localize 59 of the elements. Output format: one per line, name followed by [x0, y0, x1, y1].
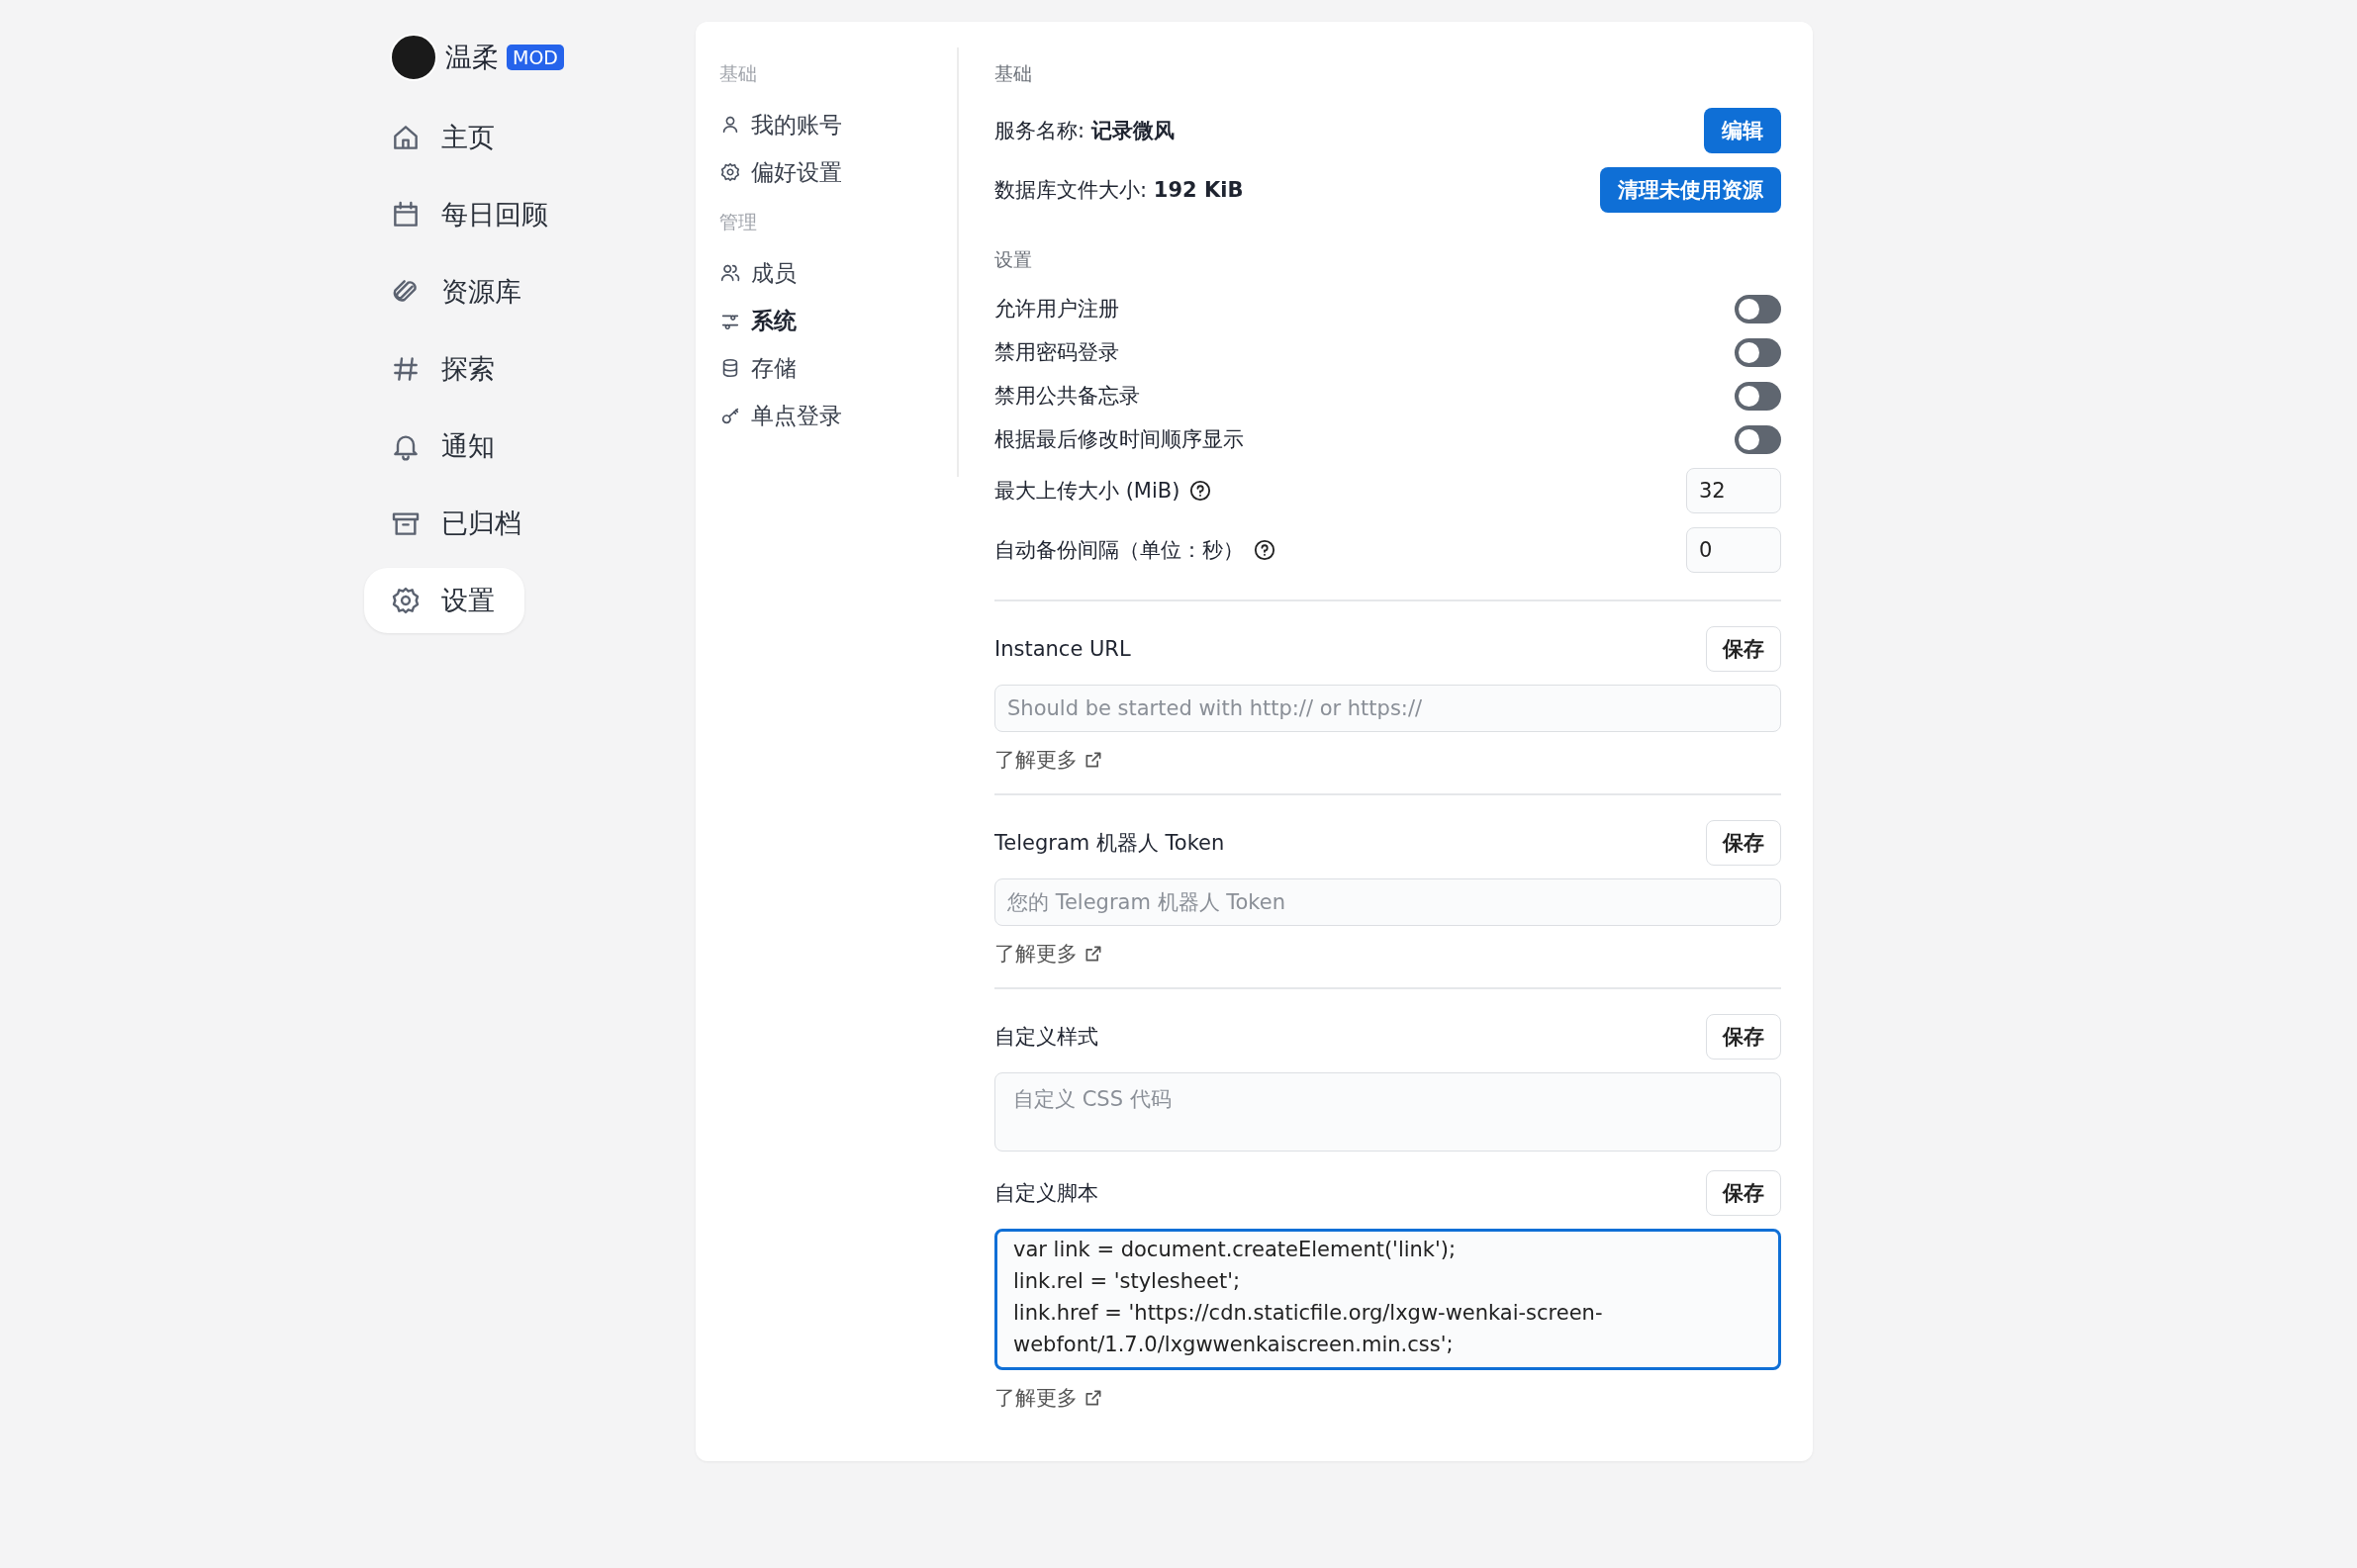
sidebar-item[interactable]: 资源库	[364, 259, 541, 324]
save-button[interactable]: 保存	[1706, 1170, 1781, 1216]
sidebar-item[interactable]: 探索	[364, 336, 524, 402]
save-button[interactable]: 保存	[1706, 820, 1781, 866]
settings-nav-item[interactable]: 存储	[719, 344, 957, 392]
action-button[interactable]: 清理未使用资源	[1600, 167, 1781, 213]
learn-more-link[interactable]: 了解更多	[994, 1384, 1103, 1412]
settings-nav-item[interactable]: 我的账号	[719, 101, 957, 148]
user-name: 温柔	[445, 41, 499, 74]
text-area[interactable]: 自定义 CSS 代码	[994, 1072, 1781, 1152]
external-link-icon	[1084, 750, 1103, 770]
learn-more-link[interactable]: 了解更多	[994, 940, 1103, 968]
users-icon	[719, 262, 741, 284]
setting-label: 禁用公共备忘录	[994, 383, 1140, 410]
settings-nav-item[interactable]: 单点登录	[719, 392, 957, 439]
sidebar-item[interactable]: 通知	[364, 414, 524, 479]
setting-label: 根据最后修改时间顺序显示	[994, 426, 1244, 453]
field-label: Telegram 机器人 Token	[994, 830, 1225, 857]
section-heading: 设置	[994, 247, 1033, 272]
toggle-switch[interactable]	[1735, 294, 1781, 323]
number-field[interactable]: 0	[1686, 527, 1781, 573]
setting-label: 自动备份间隔（单位：秒）	[994, 537, 1244, 564]
sidebar-item[interactable]: 每日回顾	[364, 182, 568, 247]
sidebar-item[interactable]: 设置	[364, 568, 524, 633]
gear-icon	[719, 161, 741, 183]
save-button[interactable]: 保存	[1706, 1014, 1781, 1060]
settings-nav-item[interactable]: 成员	[719, 249, 957, 297]
field-label: 自定义脚本	[994, 1180, 1098, 1207]
toggle-switch[interactable]	[1735, 424, 1781, 454]
save-button[interactable]: 保存	[1706, 626, 1781, 672]
external-link-icon	[1084, 944, 1103, 964]
role-badge: MOD	[507, 45, 564, 70]
section-heading: 基础	[994, 61, 1033, 86]
setting-label: 禁用密码登录	[994, 339, 1119, 366]
input-field[interactable]: 您的 Telegram 机器人 Token	[994, 878, 1781, 926]
number-field[interactable]: 32	[1686, 468, 1781, 513]
field-label: Instance URL	[994, 637, 1131, 661]
setting-label: 允许用户注册	[994, 296, 1119, 323]
toggle-switch[interactable]	[1735, 337, 1781, 367]
gear-icon	[390, 585, 422, 616]
avatar-circle	[390, 34, 437, 81]
external-link-icon	[1084, 1388, 1103, 1408]
sidebar-item[interactable]: 已归档	[364, 491, 541, 556]
code-text-area[interactable]: var link = document.createElement('link'); link.rel = 'stylesheet'; link.href = 'https://cdn.staticfile.org/lxgw-wenkai-screen-webfont/1.7.0/lxgwwenkaiscreen.min.css';	[994, 1229, 1781, 1370]
settings-nav-item[interactable]: 偏好设置	[719, 148, 957, 196]
sidebar-item[interactable]: 主页	[364, 105, 524, 170]
help-icon[interactable]	[1189, 480, 1212, 502]
info-text: 数据库文件大小: 192 KiB	[994, 177, 1244, 204]
group-heading: 基础	[719, 61, 758, 86]
info-text: 服务名称: 记录微风	[994, 118, 1175, 144]
group-heading: 管理	[719, 210, 758, 234]
settings-nav-item[interactable]: 系统	[719, 297, 957, 344]
field-label: 自定义样式	[994, 1024, 1098, 1051]
action-button[interactable]: 编辑	[1704, 108, 1781, 153]
learn-more-link[interactable]: 了解更多	[994, 746, 1103, 774]
input-field[interactable]: Should be started with http:// or https://	[994, 685, 1781, 732]
help-icon[interactable]	[1254, 539, 1275, 561]
setting-label: 最大上传大小 (MiB)	[994, 478, 1180, 505]
toggle-switch[interactable]	[1735, 381, 1781, 411]
